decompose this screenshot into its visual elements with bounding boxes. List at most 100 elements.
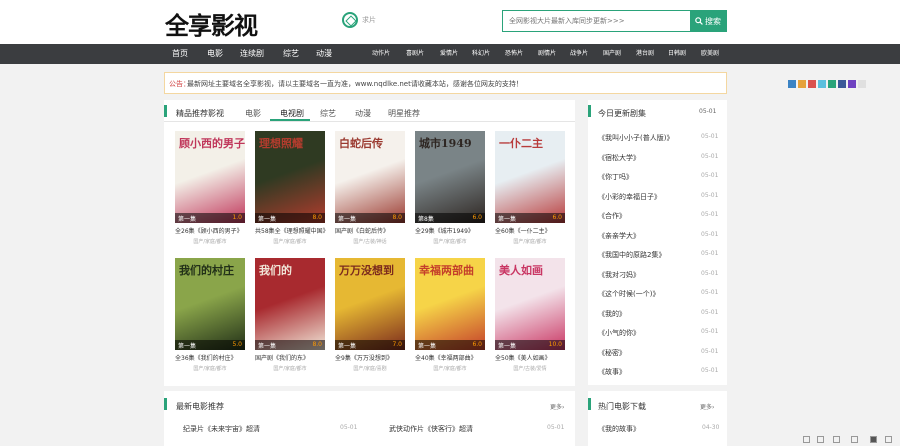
tray-icon[interactable] <box>833 436 840 443</box>
search-box: 搜索 <box>502 10 727 32</box>
movie-card[interactable]: 万万没想到 第一集 7.0 全9集《万万没想到》 国产/家庭/喜剧 <box>335 258 405 372</box>
nav-movies[interactable]: 电影 <box>207 44 223 64</box>
card-title[interactable]: 全29集《城市1949》 <box>415 226 487 235</box>
list-item[interactable]: 《故事》 <box>598 367 626 377</box>
nav-war[interactable]: 战争片 <box>570 44 588 64</box>
tab-movies[interactable]: 电影 <box>245 108 261 119</box>
list-item[interactable]: 纪录片《未来宇宙》超清 <box>183 424 260 434</box>
card-title[interactable]: 全36集《我们的村庄》 <box>175 353 247 362</box>
share-douban-icon[interactable] <box>848 80 856 88</box>
share-renren-icon[interactable] <box>838 80 846 88</box>
list-item[interactable]: 《亲亲学大》 <box>598 231 640 241</box>
search-button-label: 搜索 <box>705 16 721 26</box>
share-wechat-icon[interactable] <box>828 80 836 88</box>
tray-icon[interactable] <box>851 436 858 443</box>
poster-text: 理想照耀 <box>259 137 303 150</box>
nav-home[interactable]: 首页 <box>172 44 188 64</box>
list-item[interactable]: 《小气的你》 <box>598 328 640 338</box>
share-plus-icon[interactable] <box>788 80 796 88</box>
poster-image[interactable]: 万万没想到 第一集 7.0 <box>335 258 405 350</box>
recent-panel <box>164 391 575 446</box>
card-title[interactable]: 全26集《顾小西的男子》 <box>175 226 247 235</box>
poster-image[interactable]: 我们的 第一集 8.0 <box>255 258 325 350</box>
movie-card[interactable]: 顾小西的男子 第一集 1.0 全26集《顾小西的男子》 国产/家庭/都市 <box>175 131 245 245</box>
nav-series[interactable]: 连续剧 <box>240 44 264 64</box>
card-title[interactable]: 全50集《美人如画》 <box>495 353 567 362</box>
movie-card[interactable]: 一仆二主 第一集 6.0 全60集《一仆二主》 国产/家庭/都市 <box>495 131 565 245</box>
share-qzone-icon[interactable] <box>798 80 806 88</box>
card-title[interactable]: 国产剧《白蛇后传》 <box>335 226 407 235</box>
list-item[interactable]: 《我叫小小子(普人版)》 <box>598 133 673 143</box>
list-item[interactable]: 《我的》 <box>598 309 626 319</box>
poster-text: 城市1949 <box>419 137 472 150</box>
nav-action[interactable]: 动作片 <box>372 44 390 64</box>
list-item[interactable]: 《秘密》 <box>598 348 626 358</box>
nav-cn-series[interactable]: 国产剧 <box>603 44 621 64</box>
hot-title-bar <box>588 398 591 410</box>
list-item[interactable]: 《我对刁妈》 <box>598 270 640 280</box>
card-title[interactable]: 全9集《万万没想到》 <box>335 353 407 362</box>
nav-horror[interactable]: 恐怖片 <box>505 44 523 64</box>
card-title[interactable]: 国产剧《我们的东》 <box>255 353 327 362</box>
list-item[interactable]: 《你丁吗》 <box>598 172 633 182</box>
card-title[interactable]: 全40集《幸福两部曲》 <box>415 353 487 362</box>
tab-series[interactable]: 电视剧 <box>280 108 304 119</box>
share-weibo-icon[interactable] <box>808 80 816 88</box>
list-item-date: 05-01 <box>701 347 719 355</box>
nav-scifi[interactable]: 科幻片 <box>472 44 490 64</box>
movie-card[interactable]: 白蛇后传 第一集 8.0 国产剧《白蛇后传》 国产/古装/神话 <box>335 131 405 245</box>
nav-jpkr-series[interactable]: 日韩剧 <box>668 44 686 64</box>
list-item[interactable]: 《我的故事》 <box>598 424 640 434</box>
poster-image[interactable]: 顾小西的男子 第一集 1.0 <box>175 131 245 223</box>
search-input[interactable] <box>503 11 690 31</box>
score: 8.0 <box>312 214 322 221</box>
search-button[interactable]: 搜索 <box>690 11 726 31</box>
tray-icon[interactable] <box>817 436 824 443</box>
movie-card[interactable]: 美人如画 第一集 10.0 全50集《美人如画》 国产/古装/爱情 <box>495 258 565 372</box>
request-label: 求片 <box>362 16 376 24</box>
nav-variety[interactable]: 综艺 <box>283 44 299 64</box>
tray-icon[interactable] <box>870 436 877 443</box>
movie-card[interactable]: 城市1949 第8集 6.0 全29集《城市1949》 国产/家庭/都市 <box>415 131 485 245</box>
nav-drama[interactable]: 剧情片 <box>538 44 556 64</box>
poster-image[interactable]: 一仆二主 第一集 6.0 <box>495 131 565 223</box>
nav-hktw-series[interactable]: 港台剧 <box>636 44 654 64</box>
poster-image[interactable]: 城市1949 第8集 6.0 <box>415 131 485 223</box>
movie-card[interactable]: 我们的村庄 第一集 5.0 全36集《我们的村庄》 国产/家庭/都市 <box>175 258 245 372</box>
card-tags: 国产/家庭/都市 <box>273 366 307 372</box>
nav-us-series[interactable]: 欧美剧 <box>701 44 719 64</box>
tab-variety[interactable]: 综艺 <box>320 108 336 119</box>
list-item[interactable]: 《这个时候(一个)》 <box>598 289 659 299</box>
list-item[interactable]: 《我国中的原路2集》 <box>598 250 665 260</box>
nav-romance[interactable]: 爱情片 <box>440 44 458 64</box>
movie-card[interactable]: 理想照耀 第一集 8.0 共58集全《理想照耀中国》 国产/家庭/都市 <box>255 131 327 245</box>
card-title[interactable]: 共58集全《理想照耀中国》 <box>255 226 327 235</box>
movie-card[interactable]: 幸福两部曲 第一集 6.0 全40集《幸福两部曲》 国产/家庭/都市 <box>415 258 485 372</box>
movie-card[interactable]: 我们的 第一集 8.0 国产剧《我们的东》 国产/家庭/都市 <box>255 258 325 372</box>
hot-more-link[interactable]: 更多› <box>700 402 714 411</box>
poster-image[interactable]: 我们的村庄 第一集 5.0 <box>175 258 245 350</box>
poster-image[interactable]: 幸福两部曲 第一集 6.0 <box>415 258 485 350</box>
episode-status: 第一集 <box>258 343 277 350</box>
poster-caption: 第一集 5.0 <box>175 340 245 350</box>
request-link[interactable]: 求片 <box>342 12 376 28</box>
list-item[interactable]: 《小彩的幸福日子》 <box>598 192 661 202</box>
list-item[interactable]: 《宿松大学》 <box>598 153 640 163</box>
tray-icon[interactable] <box>803 436 810 443</box>
list-item[interactable]: 武侠动作片《侠客行》超清 <box>389 424 473 434</box>
list-item[interactable]: 《合作》 <box>598 211 626 221</box>
card-title[interactable]: 全60集《一仆二主》 <box>495 226 567 235</box>
nav-comedy[interactable]: 喜剧片 <box>406 44 424 64</box>
nav-anime[interactable]: 动漫 <box>316 44 332 64</box>
share-tqq-icon[interactable] <box>818 80 826 88</box>
tray-icon[interactable] <box>885 436 892 443</box>
recent-more-link[interactable]: 更多› <box>550 402 564 411</box>
poster-image[interactable]: 理想照耀 第一集 8.0 <box>255 131 325 223</box>
poster-image[interactable]: 美人如画 第一集 10.0 <box>495 258 565 350</box>
tab-anime[interactable]: 动漫 <box>355 108 371 119</box>
tab-stars[interactable]: 明星推荐 <box>388 108 420 119</box>
poster-image[interactable]: 白蛇后传 第一集 8.0 <box>335 131 405 223</box>
request-icon <box>342 12 358 28</box>
share-more-icon[interactable] <box>858 80 866 88</box>
site-logo[interactable]: 全享影视 <box>165 6 258 41</box>
